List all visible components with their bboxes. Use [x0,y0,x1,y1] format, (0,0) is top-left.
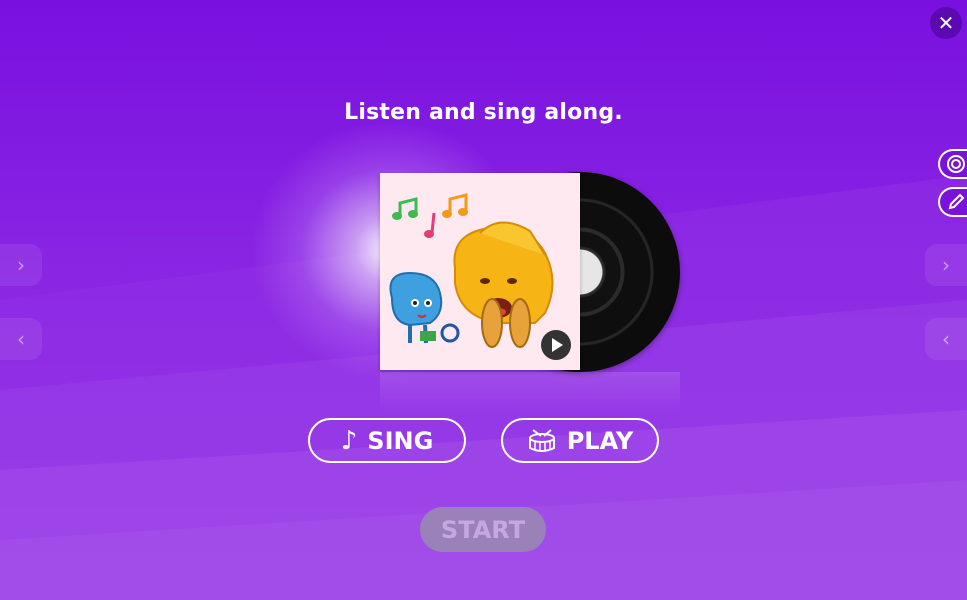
music-note-icon: ♪ [340,425,358,456]
chevron-right-icon[interactable]: › [925,244,967,286]
music-notes-icon [392,193,468,238]
close-button[interactable]: ✕ [930,7,962,39]
yellow-character [453,221,554,348]
sing-button[interactable]: ♪ SING [308,418,466,463]
chevron-right-icon[interactable]: › [0,244,42,286]
target-icon [947,155,965,173]
blue-character [389,271,460,344]
chevron-left-icon[interactable]: ‹ [0,318,42,360]
chevron-left-icon[interactable]: ‹ [925,318,967,360]
start-button[interactable]: START [420,507,546,552]
target-tool-button[interactable] [938,149,967,179]
drum-icon [527,428,557,454]
play-label: PLAY [566,426,634,455]
instruction-title: Listen and sing along. [344,100,623,125]
play-icon[interactable] [541,330,571,360]
album-reflection [380,372,680,412]
pencil-icon [948,193,965,210]
play-button[interactable]: PLAY [501,418,659,463]
close-icon: ✕ [937,11,955,35]
pencil-tool-button[interactable] [938,187,967,217]
sing-label: SING [367,426,434,455]
